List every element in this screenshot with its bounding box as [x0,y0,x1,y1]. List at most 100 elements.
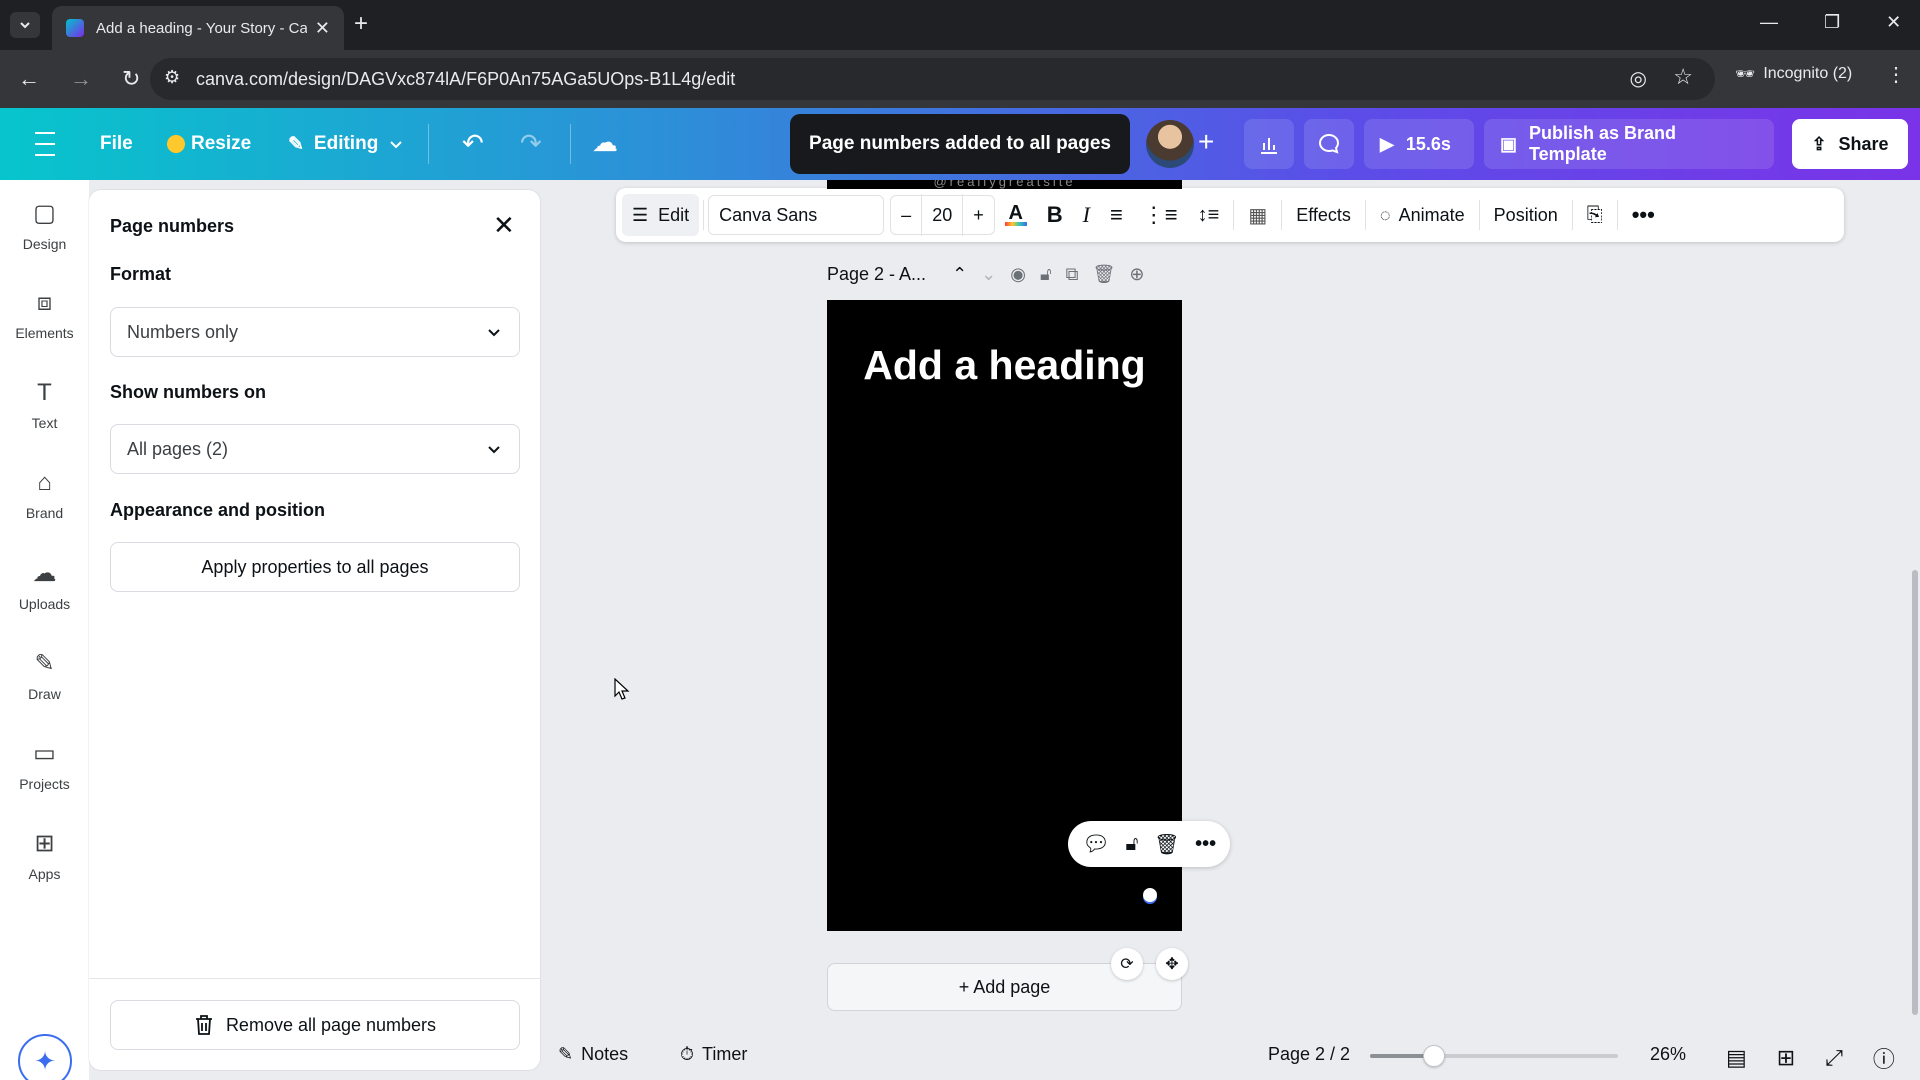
list-icon[interactable]: ⋮≡ [1133,194,1188,236]
remove-page-numbers-button[interactable]: Remove all page numbers [110,1000,520,1050]
cloud-saved-icon[interactable]: ☁ [592,127,618,158]
reload-icon[interactable]: ↻ [122,66,140,92]
browser-tab-active[interactable]: Add a heading - Your Story - Ca ✕ [52,6,344,50]
show-on-select[interactable]: All pages (2) [110,424,520,474]
eye-off-icon[interactable]: ◎ [1630,66,1647,91]
close-window-icon[interactable]: ✕ [1886,12,1901,33]
add-collaborator-icon[interactable]: + [1198,126,1214,158]
rotate-handle-icon[interactable]: ⟳ [1111,948,1143,980]
rail-item-brand[interactable]: ⌂ Brand [0,450,89,540]
template-icon: ▣ [1500,133,1518,154]
url-bar[interactable]: ⚙ canva.com/design/DAGVxc874lA/F6P0An75A… [150,58,1715,100]
minimize-icon[interactable]: — [1760,12,1778,33]
notes-button[interactable]: ✎ Notes [558,1044,628,1065]
rail-item-label: Projects [19,775,70,792]
menu-hamburger-icon[interactable] [30,132,60,156]
bold-icon[interactable]: B [1037,194,1073,236]
timer-button[interactable]: ⏱ Timer [680,1044,747,1065]
restore-icon[interactable]: ❐ [1824,12,1840,33]
publish-brand-template-button[interactable]: ▣ Publish as Brand Template [1484,119,1774,169]
zoom-slider-thumb[interactable] [1423,1045,1446,1067]
rail-item-apps[interactable]: ⊞ Apps [0,810,89,900]
transparency-icon[interactable]: ▦ [1238,194,1277,236]
increase-font-size-button[interactable]: + [963,194,994,236]
heading-text[interactable]: Add a heading [827,342,1182,389]
text-color-button[interactable]: A [995,194,1037,236]
rail-item-uploads[interactable]: ☁ Uploads [0,540,89,630]
edit-button[interactable]: ☰ Edit [622,194,700,236]
tab-list-button[interactable] [10,12,40,38]
site-info-icon[interactable]: ⚙ [164,67,180,88]
previous-page-edge: @reallygreatsite [827,180,1182,189]
help-icon[interactable]: ⓘ [1873,1042,1895,1074]
page-view-icon[interactable]: ▤ [1726,1045,1747,1071]
position-button[interactable]: Position [1484,194,1568,236]
lock-icon[interactable]: 🔓︎ [1125,833,1138,856]
align-center-icon[interactable]: ≡ [1100,194,1133,236]
rail-item-elements[interactable]: ⧈ Elements [0,270,89,360]
comments-button[interactable] [1304,119,1354,169]
move-page-up-icon[interactable]: ⌃ [952,264,967,285]
font-size-value[interactable]: 20 [921,194,964,236]
window-controls: — ❐ ✕ [1760,12,1901,33]
more-icon[interactable]: ••• [1195,833,1216,856]
tab-title: Add a heading - Your Story - Ca [96,19,307,37]
page-number-element[interactable] [1143,888,1157,902]
close-panel-icon[interactable]: ✕ [493,210,515,241]
page-indicator[interactable]: Page 2 / 2 [1268,1044,1350,1065]
add-page-icon[interactable]: ⊕ [1129,264,1144,285]
browser-menu-icon[interactable]: ⋮ [1886,62,1906,87]
spacing-icon[interactable]: ↕≡ [1188,194,1230,236]
star-icon[interactable]: ☆ [1673,64,1693,90]
apply-properties-button[interactable]: Apply properties to all pages [110,542,520,592]
fullscreen-icon[interactable]: ⤢ [1825,1045,1843,1071]
lock-page-icon[interactable]: 🔓︎ [1040,264,1052,285]
grid-view-icon[interactable]: ⊞ [1777,1045,1795,1071]
rail-item-projects[interactable]: ▭ Projects [0,720,89,810]
sparkle-icon: ✦ [34,1045,56,1076]
delete-page-icon[interactable]: 🗑︎ [1093,264,1116,285]
more-options-icon[interactable]: ••• [1622,194,1665,236]
analytics-button[interactable] [1244,119,1294,169]
hide-page-icon[interactable]: ◉ [1010,264,1026,285]
back-icon[interactable]: ← [18,66,40,92]
page-header: Page 2 - A... ⌃ ⌄ ◉ 🔓︎ ⧉ 🗑︎ ⊕ [827,264,1144,285]
forward-icon[interactable]: → [70,66,92,92]
file-menu[interactable]: File [88,120,145,168]
zoom-level[interactable]: 26% [1650,1044,1686,1065]
rail-item-label: Uploads [18,595,71,612]
undo-icon[interactable]: ↶ [462,128,484,159]
effects-button[interactable]: Effects [1286,194,1361,236]
show-on-label: Show numbers on [110,382,267,402]
comment-add-icon[interactable]: 💬︎ [1082,831,1110,857]
user-avatar[interactable] [1146,120,1194,168]
resize-button[interactable]: Resize [155,120,263,168]
format-select[interactable]: Numbers only [110,307,520,357]
font-family-select[interactable]: Canva Sans [708,195,885,235]
move-handle-icon[interactable]: ✥ [1156,948,1188,980]
editing-mode-dropdown[interactable]: ✎ Editing [276,120,416,168]
duplicate-page-icon[interactable]: ⧉ [1066,264,1079,285]
paint-format-icon[interactable]: ⎘ [1577,194,1613,236]
redo-icon[interactable]: ↷ [520,128,542,159]
share-button[interactable]: ⇪ Share [1792,119,1908,169]
vertical-scrollbar[interactable] [1912,570,1918,1015]
move-page-down-icon[interactable]: ⌄ [981,264,996,285]
animate-button[interactable]: ◌ Animate [1370,194,1475,236]
italic-icon[interactable]: I [1073,194,1100,236]
close-tab-icon[interactable]: ✕ [315,18,330,39]
decrease-font-size-button[interactable]: – [891,194,921,236]
rail-item-draw[interactable]: ✎ Draw [0,630,89,720]
trash-icon[interactable]: 🗑︎ [1154,832,1179,857]
magic-ai-button[interactable]: ✦ [18,1034,72,1080]
projects-icon: ▭ [33,739,56,767]
zoom-slider[interactable] [1370,1045,1618,1067]
rail-item-text[interactable]: T Text [0,360,89,450]
page-label[interactable]: Page 2 - A... [827,264,926,285]
present-button[interactable]: ▶ 15.6s [1364,119,1474,169]
rail-item-design[interactable]: ▢ Design [0,180,89,270]
rail-item-label: Apps [28,865,61,882]
incognito-icon: 🕶 [1735,66,1756,83]
new-tab-icon[interactable]: + [354,10,368,38]
incognito-indicator[interactable]: 🕶 Incognito (2) [1735,64,1852,84]
